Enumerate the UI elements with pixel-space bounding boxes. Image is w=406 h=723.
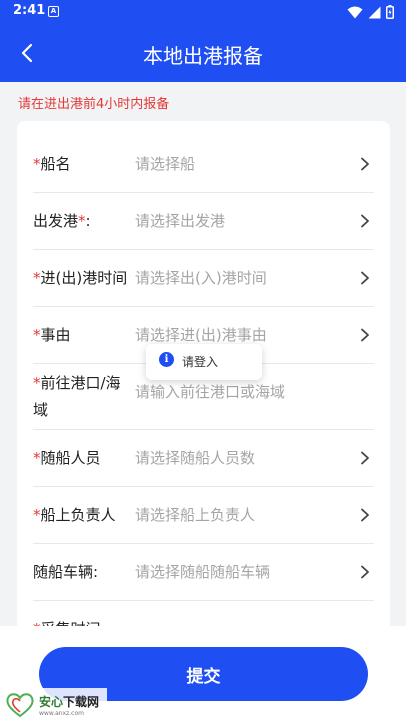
destination-label: *前往港口/海域 — [33, 374, 121, 419]
status-icons — [347, 4, 394, 20]
signal-icon — [368, 6, 381, 18]
watermark: 安心下载网 www.anxz.com — [3, 688, 107, 722]
status-bar: 2:41 A — [0, 0, 406, 24]
info-icon: i — [159, 352, 174, 367]
wifi-icon — [347, 6, 363, 18]
page-title: 本地出港报备 — [143, 44, 263, 68]
chevron-right-icon — [361, 157, 369, 171]
heart-logo-icon — [6, 693, 34, 718]
chevron-right-icon — [361, 508, 369, 522]
watermark-url: www.anxz.com — [39, 710, 84, 717]
form-row-captain[interactable]: *船上负责人 请选择船上负责人 — [33, 487, 374, 544]
port-time-label: *进(出)港时间 — [33, 269, 128, 287]
departure-port-label: 出发港*: — [33, 212, 91, 230]
toast-message: 请登入 — [182, 355, 219, 369]
notification-icon: A — [48, 6, 59, 17]
chevron-right-icon — [361, 328, 369, 342]
reason-label: *事由 — [33, 326, 71, 344]
vehicle-select[interactable]: 请选择随船随船车辆 — [135, 561, 270, 583]
ship-select[interactable]: 请选择船 — [135, 153, 195, 175]
captain-label: *船上负责人 — [33, 506, 116, 524]
form-row-ship[interactable]: *船名 请选择船 — [33, 135, 374, 193]
crew-select[interactable]: 请选择随船人员数 — [135, 447, 255, 469]
port-time-select[interactable]: 请选择出(入)港时间 — [135, 267, 267, 289]
watermark-name: 安心下载网 — [39, 695, 100, 709]
captain-select[interactable]: 请选择船上负责人 — [135, 504, 255, 526]
form-row-vehicle[interactable]: 随船车辆: 请选择随船随船车辆 — [33, 544, 374, 601]
vehicle-label: 随船车辆: — [33, 563, 99, 581]
departure-port-select[interactable]: 请选择出发港 — [135, 210, 225, 232]
status-time: 2:41 — [13, 3, 46, 18]
destination-input[interactable]: 请输入前往港口或海域 — [135, 381, 285, 403]
form-row-crew[interactable]: *随船人员 请选择随船人员数 — [33, 430, 374, 487]
battery-icon — [386, 5, 394, 19]
chevron-right-icon — [361, 565, 369, 579]
chevron-right-icon — [361, 214, 369, 228]
crew-label: *随船人员 — [33, 449, 101, 467]
chevron-right-icon — [361, 271, 369, 285]
ship-label: *船名 — [33, 155, 71, 173]
report-notice: 请在进出港前4小时内报备 — [18, 97, 170, 112]
chevron-right-icon — [361, 451, 369, 465]
form-row-port-time[interactable]: *进(出)港时间 请选择出(入)港时间 — [33, 250, 374, 307]
reason-select[interactable]: 请选择进(出)港事由 — [135, 324, 267, 346]
app-bar: 本地出港报备 — [0, 24, 406, 82]
login-toast: i 请登入 — [146, 344, 262, 380]
form-row-departure-port[interactable]: 出发港*: 请选择出发港 — [33, 193, 374, 250]
